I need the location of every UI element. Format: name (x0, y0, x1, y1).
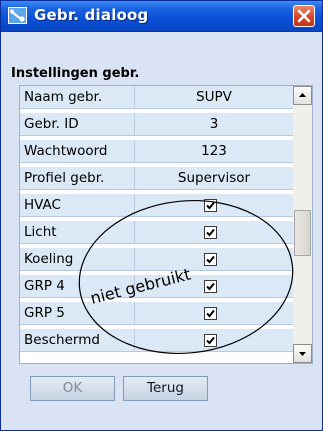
checkbox-cell (135, 275, 293, 298)
checkbox-cell (135, 329, 293, 352)
table-row: Licht (20, 221, 293, 244)
check-icon (206, 282, 215, 291)
section-title: Instellingen gebr. (11, 66, 140, 81)
user-tool-icon (8, 7, 27, 24)
row-label: Licht (20, 221, 135, 244)
table-row: GRP 4 (20, 275, 293, 298)
user-dialog-window: Gebr. dialoog Instellingen gebr. Naam ge… (0, 0, 323, 431)
arrow-up-icon (299, 93, 306, 97)
table-row: GRP 5 (20, 302, 293, 325)
hvac-checkbox[interactable] (204, 199, 217, 212)
ok-button[interactable]: OK (30, 376, 115, 401)
row-label: Profiel gebr. (20, 167, 135, 190)
title-bar[interactable]: Gebr. dialoog (1, 1, 322, 32)
check-icon (206, 309, 215, 318)
row-label: Naam gebr. (20, 86, 135, 109)
table-row: Gebr. ID 3 (20, 113, 293, 136)
password-value[interactable]: 123 (135, 140, 293, 163)
table-row: Beschermd (20, 329, 293, 352)
checkbox-cell (135, 248, 293, 271)
row-label: Wachtwoord (20, 140, 135, 163)
scroll-up-button[interactable] (293, 86, 312, 105)
scroll-down-button[interactable] (293, 344, 312, 363)
table-row: HVAC (20, 194, 293, 217)
checkbox-cell (135, 302, 293, 325)
grp5-checkbox[interactable] (204, 307, 217, 320)
table-row: Profiel gebr. Supervisor (20, 167, 293, 190)
check-icon (206, 336, 215, 345)
cooling-checkbox[interactable] (204, 253, 217, 266)
table-row: Koeling (20, 248, 293, 271)
light-checkbox[interactable] (204, 226, 217, 239)
grp4-checkbox[interactable] (204, 280, 217, 293)
row-label: HVAC (20, 194, 135, 217)
arrow-down-icon (299, 352, 306, 356)
checkbox-cell (135, 194, 293, 217)
vertical-scrollbar[interactable] (293, 86, 312, 363)
row-label: Koeling (20, 248, 135, 271)
protected-checkbox[interactable] (204, 334, 217, 347)
row-label: Beschermd (20, 329, 135, 352)
check-icon (206, 201, 215, 210)
row-label: GRP 5 (20, 302, 135, 325)
row-label: Gebr. ID (20, 113, 135, 136)
settings-table: Naam gebr. SUPV Gebr. ID 3 Wachtwoord 12… (19, 85, 313, 364)
check-icon (206, 255, 215, 264)
profile-value[interactable]: Supervisor (135, 167, 293, 190)
close-button[interactable] (293, 5, 315, 27)
user-id-value[interactable]: 3 (135, 113, 293, 136)
check-icon (206, 228, 215, 237)
checkbox-cell (135, 221, 293, 244)
scroll-thumb[interactable] (294, 210, 311, 256)
table-row: Wachtwoord 123 (20, 140, 293, 163)
window-title: Gebr. dialoog (34, 6, 149, 24)
close-icon (297, 9, 311, 23)
table-row: Naam gebr. SUPV (20, 86, 293, 109)
back-button[interactable]: Terug (123, 376, 208, 401)
row-label: GRP 4 (20, 275, 135, 298)
name-value[interactable]: SUPV (135, 86, 293, 109)
